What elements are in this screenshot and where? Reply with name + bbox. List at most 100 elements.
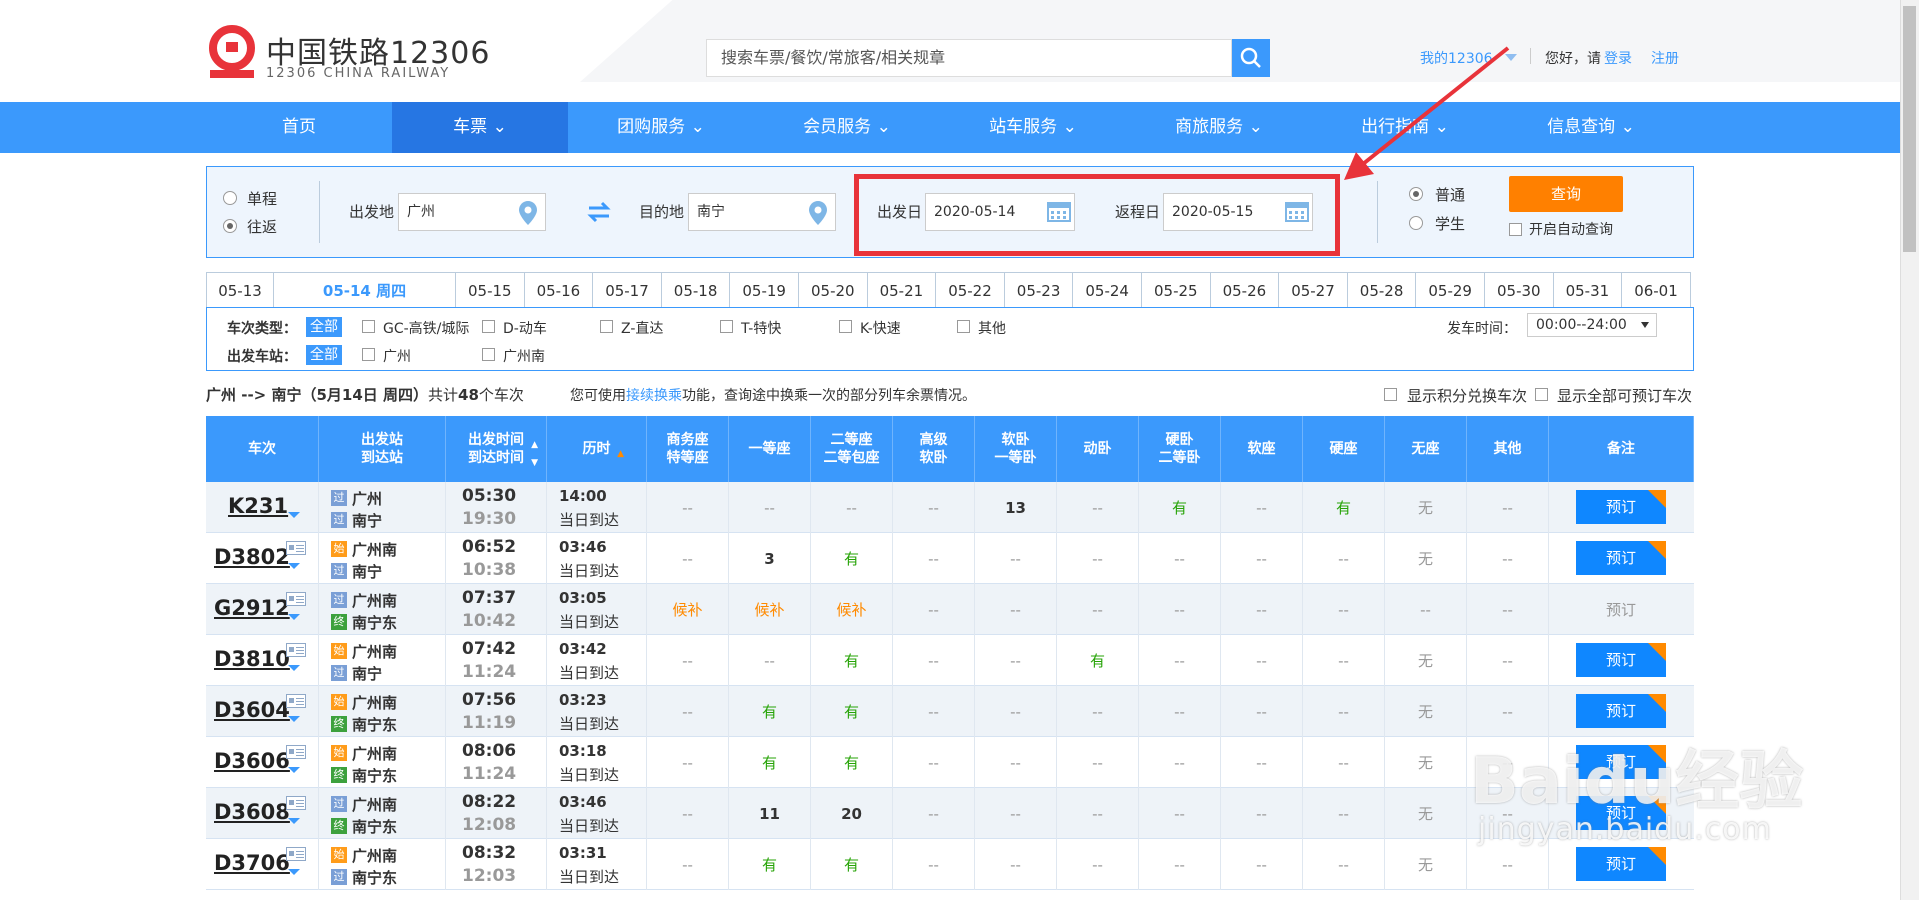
- train-info-icon[interactable]: [286, 694, 306, 708]
- site-search-input[interactable]: 搜索车票/餐饮/常旅客/相关规章: [706, 39, 1232, 77]
- depart-time-select[interactable]: 00:00--24:00: [1527, 313, 1657, 337]
- scrollbar-thumb[interactable]: [1903, 6, 1916, 252]
- nav-tickets[interactable]: 车票 ⌄: [392, 102, 568, 153]
- train-info-icon[interactable]: [286, 847, 306, 861]
- nav-member[interactable]: 会员服务 ⌄: [754, 102, 940, 153]
- seat-availability[interactable]: 候补: [811, 584, 893, 635]
- train-type-checkbox[interactable]: [957, 320, 970, 333]
- date-tab[interactable]: 05-18: [661, 272, 731, 308]
- expand-stops-icon[interactable]: [288, 716, 300, 722]
- date-tab[interactable]: 05-23: [1004, 272, 1074, 308]
- roundtrip-radio[interactable]: [223, 219, 237, 233]
- sort-icon[interactable]: ▼: [531, 454, 538, 472]
- all-bookable-checkbox[interactable]: [1535, 388, 1548, 401]
- train-number-link[interactable]: D3706: [214, 851, 290, 875]
- station-type-badge: 过: [331, 665, 347, 681]
- expand-stops-icon[interactable]: [288, 512, 300, 518]
- date-tab[interactable]: 05-25: [1142, 272, 1211, 308]
- train-number-link[interactable]: D3802: [214, 545, 290, 569]
- train-number-link[interactable]: D3810: [214, 647, 290, 671]
- book-button[interactable]: 预订: [1576, 490, 1666, 524]
- date-tab[interactable]: 05-15: [456, 272, 525, 308]
- seat-availability[interactable]: 候补: [647, 584, 729, 635]
- date-tab[interactable]: 05-21: [867, 272, 937, 308]
- student-radio[interactable]: [1409, 216, 1423, 230]
- station-all-button[interactable]: 全部: [306, 345, 342, 365]
- seat-availability: --: [1139, 839, 1221, 890]
- train-info-icon[interactable]: [286, 796, 306, 810]
- expand-stops-icon[interactable]: [288, 563, 300, 569]
- login-link[interactable]: 登录: [1604, 48, 1632, 68]
- column-header[interactable]: 出发时间 到达时间 ▲ ▼: [446, 416, 547, 482]
- points-checkbox[interactable]: [1384, 388, 1397, 401]
- book-button[interactable]: 预订: [1576, 643, 1666, 677]
- book-button[interactable]: 预订: [1576, 847, 1666, 881]
- seat-availability: 有: [729, 839, 811, 890]
- train-number-link[interactable]: D3606: [214, 749, 290, 773]
- date-tab[interactable]: 06-01: [1622, 272, 1691, 308]
- date-tab[interactable]: 05-30: [1485, 272, 1554, 308]
- sort-icon[interactable]: ▲: [531, 436, 538, 454]
- date-tab[interactable]: 05-13: [206, 272, 274, 308]
- date-tab-active[interactable]: 05-14 周四: [274, 272, 456, 309]
- seat-availability: --: [975, 584, 1057, 635]
- nav-group[interactable]: 团购服务 ⌄: [568, 102, 754, 153]
- book-button[interactable]: 预订: [1576, 541, 1666, 575]
- station-checkbox-guangzhou[interactable]: [362, 348, 375, 361]
- search-button[interactable]: [1232, 39, 1270, 77]
- arrival-time: 10:38: [462, 560, 517, 580]
- seat-availability[interactable]: 候补: [729, 584, 811, 635]
- train-number-link[interactable]: D3604: [214, 698, 290, 722]
- train-info-icon[interactable]: [286, 592, 306, 606]
- train-number-link[interactable]: D3608: [214, 800, 290, 824]
- transfer-link[interactable]: 接续换乘: [626, 388, 682, 404]
- date-tab[interactable]: 05-27: [1279, 272, 1348, 308]
- nav-station[interactable]: 站车服务 ⌄: [940, 102, 1126, 153]
- train-number-link[interactable]: G2912: [214, 596, 290, 620]
- location-pin-icon[interactable]: [809, 201, 827, 225]
- expand-stops-icon[interactable]: [288, 614, 300, 620]
- train-type-checkbox[interactable]: [362, 320, 375, 333]
- train-type-checkbox[interactable]: [482, 320, 495, 333]
- train-info-icon[interactable]: [286, 745, 306, 759]
- oneway-radio[interactable]: [223, 191, 237, 205]
- train-type-all-button[interactable]: 全部: [306, 317, 342, 337]
- date-tab[interactable]: 05-20: [799, 272, 868, 308]
- date-tab[interactable]: 05-22: [936, 272, 1005, 308]
- location-pin-icon[interactable]: [519, 201, 537, 225]
- date-tab[interactable]: 05-17: [593, 272, 662, 308]
- date-tab[interactable]: 05-29: [1416, 272, 1485, 308]
- nav-label: 信息查询: [1547, 117, 1616, 137]
- seat-availability: --: [975, 839, 1057, 890]
- train-type-checkbox[interactable]: [839, 320, 852, 333]
- auto-query-checkbox[interactable]: [1509, 223, 1522, 236]
- sort-icon[interactable]: ▲: [617, 445, 624, 463]
- date-tab[interactable]: 05-16: [524, 272, 594, 308]
- swap-icon[interactable]: [587, 201, 611, 223]
- annotation-arrow-icon: [1344, 46, 1510, 180]
- expand-stops-icon[interactable]: [288, 767, 300, 773]
- date-tab[interactable]: 05-28: [1347, 272, 1417, 308]
- station-checkbox-guangzhounan[interactable]: [482, 348, 495, 361]
- nav-home[interactable]: 首页: [206, 102, 392, 153]
- nav-business[interactable]: 商旅服务 ⌄: [1126, 102, 1312, 153]
- railway-logo-icon[interactable]: [206, 24, 258, 82]
- train-number-link[interactable]: K231: [228, 494, 288, 518]
- train-type-checkbox[interactable]: [720, 320, 733, 333]
- book-button-label: 预订: [1605, 702, 1636, 720]
- date-tab[interactable]: 05-31: [1553, 272, 1623, 308]
- date-tab[interactable]: 05-24: [1073, 272, 1142, 308]
- expand-stops-icon[interactable]: [288, 869, 300, 875]
- date-tab[interactable]: 05-19: [730, 272, 799, 308]
- date-tab[interactable]: 05-26: [1210, 272, 1280, 308]
- seat-availability: 有: [1139, 482, 1221, 533]
- train-info-icon[interactable]: [286, 541, 306, 555]
- train-type-option-label: GC-高铁/城际: [383, 321, 470, 337]
- expand-stops-icon[interactable]: [288, 665, 300, 671]
- train-info-icon[interactable]: [286, 643, 306, 657]
- register-link[interactable]: 注册: [1651, 48, 1679, 68]
- train-type-checkbox[interactable]: [600, 320, 613, 333]
- column-header[interactable]: 历时 ▲: [547, 416, 647, 482]
- expand-stops-icon[interactable]: [288, 818, 300, 824]
- book-button[interactable]: 预订: [1576, 694, 1666, 728]
